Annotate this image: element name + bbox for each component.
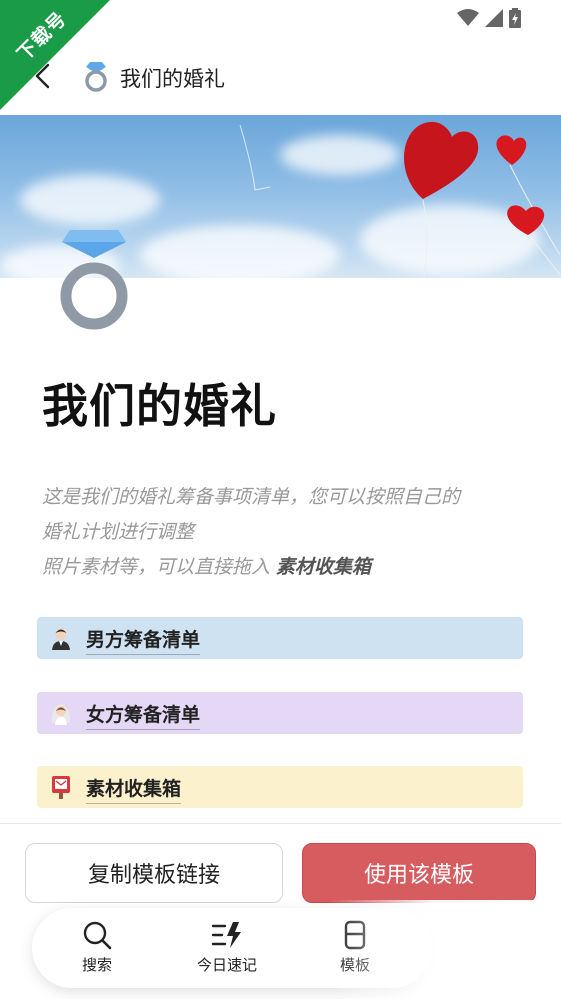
quick-note-icon xyxy=(211,922,241,948)
description-bold-link: 素材收集箱 xyxy=(276,556,372,578)
groom-icon xyxy=(52,628,70,650)
divider xyxy=(0,823,561,824)
description-line-1: 这是我们的婚礼筹备事项清单，您可以按照自己的 xyxy=(42,486,461,508)
block-bride-checklist[interactable]: 女方筹备清单 xyxy=(37,692,523,734)
battery-icon xyxy=(509,8,521,28)
copy-template-link-button[interactable]: 复制模板链接 xyxy=(25,843,283,903)
status-icons xyxy=(457,8,521,28)
use-template-button[interactable]: 使用该模板 xyxy=(302,843,536,903)
tab-quick-note[interactable]: 今日速记 xyxy=(182,920,272,975)
tab-label: 搜索 xyxy=(81,956,112,974)
description-line-3-text: 照片素材等，可以直接拖入 xyxy=(42,556,277,578)
block-label: 素材收集箱 xyxy=(86,774,182,804)
block-label: 女方筹备清单 xyxy=(86,700,201,730)
page-description: 这是我们的婚礼筹备事项清单，您可以按照自己的 婚礼计划进行调整 照片素材等，可以… xyxy=(42,480,532,585)
page-ring-icon xyxy=(60,230,128,330)
bride-icon xyxy=(51,704,71,725)
block-material-box[interactable]: 素材收集箱 xyxy=(37,766,523,808)
wifi-icon xyxy=(457,9,479,26)
search-icon xyxy=(83,921,112,950)
block-label: 男方筹备清单 xyxy=(86,625,201,655)
description-line-2: 婚礼计划进行调整 xyxy=(42,521,195,543)
watermark-fade xyxy=(330,900,561,999)
ring-icon xyxy=(85,62,107,92)
postbox-icon xyxy=(52,776,70,799)
top-bar: 我们的婚礼 xyxy=(0,50,561,102)
block-groom-checklist[interactable]: 男方筹备清单 xyxy=(37,617,523,659)
description-line-3: 照片素材等，可以直接拖入 素材收集箱 xyxy=(42,550,532,585)
page-title: 我们的婚礼 xyxy=(120,67,225,91)
signal-icon xyxy=(485,9,503,27)
tab-search[interactable]: 搜索 xyxy=(52,920,142,975)
back-arrow-icon[interactable] xyxy=(32,62,56,90)
tab-label: 今日速记 xyxy=(196,956,257,974)
page-heading: 我们的婚礼 xyxy=(42,379,277,433)
